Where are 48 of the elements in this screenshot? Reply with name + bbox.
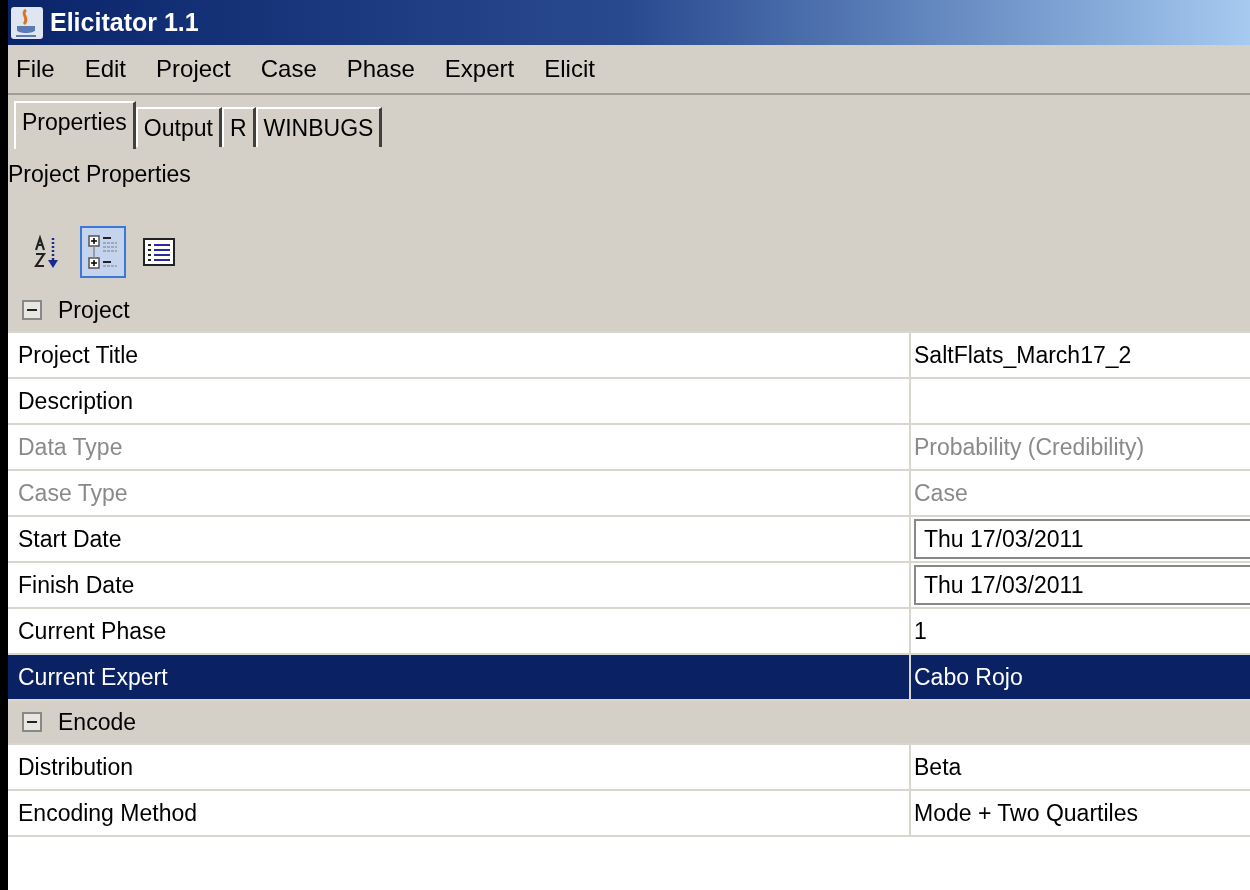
date-field[interactable]: Thu 17/03/2011 xyxy=(914,565,1250,605)
property-name: Start Date xyxy=(18,524,122,554)
section-title: Encode xyxy=(58,707,136,737)
property-name: Current Phase xyxy=(18,616,167,646)
sort-az-icon xyxy=(34,234,60,270)
property-row[interactable]: Encoding Method Mode + Two Quartiles xyxy=(8,791,1250,837)
property-row[interactable]: Current Expert Cabo Rojo xyxy=(8,655,1250,701)
menu-item[interactable]: Elicit xyxy=(544,51,595,87)
date-field[interactable]: Thu 17/03/2011 xyxy=(914,519,1250,559)
menu-item[interactable]: Project xyxy=(156,51,231,87)
menu-item[interactable]: Expert xyxy=(444,51,515,87)
property-row[interactable]: Project Title SaltFlats_March17_2 xyxy=(8,333,1250,379)
window-title: Elicitator 1.1 xyxy=(50,6,199,38)
property-row[interactable]: Finish Date Thu 17/03/2011 xyxy=(8,563,1250,609)
property-name: Case Type xyxy=(18,478,128,508)
tab[interactable]: R xyxy=(221,107,256,147)
collapse-toggle[interactable] xyxy=(22,300,42,320)
tab[interactable]: Output xyxy=(135,107,222,147)
property-row[interactable]: Current Phase 1 xyxy=(8,609,1250,655)
property-name: Current Expert xyxy=(18,662,168,692)
menu-item[interactable]: Phase xyxy=(346,51,415,87)
panel-title: Project Properties xyxy=(8,159,191,189)
menu-item[interactable]: Edit xyxy=(84,51,127,87)
property-name: Project Title xyxy=(18,340,139,370)
list-icon xyxy=(143,238,175,266)
menu-item[interactable]: File xyxy=(16,51,55,87)
property-row[interactable]: Distribution Beta xyxy=(8,745,1250,791)
collapse-toggle[interactable] xyxy=(22,712,42,732)
menu-item[interactable]: Case xyxy=(260,51,317,87)
property-value: SaltFlats_March17_2 xyxy=(914,340,1132,370)
section-title: Project xyxy=(58,295,130,325)
tab[interactable]: WINBUGS xyxy=(255,107,383,147)
property-name: Description xyxy=(18,386,134,416)
property-value: Cabo Rojo xyxy=(914,662,1023,692)
property-value: Mode + Two Quartiles xyxy=(914,798,1138,828)
property-row[interactable]: Description xyxy=(8,379,1250,425)
property-name: Distribution xyxy=(18,752,134,782)
property-value: Beta xyxy=(914,752,962,782)
property-name: Data Type xyxy=(18,432,123,462)
property-name: Finish Date xyxy=(18,570,135,600)
property-value: Probability (Credibility) xyxy=(914,432,1145,462)
property-name: Encoding Method xyxy=(18,798,197,828)
property-value: Case xyxy=(914,478,968,508)
coffee-cup-icon xyxy=(10,5,44,40)
tab[interactable]: Properties xyxy=(14,101,136,149)
toolbar-button[interactable] xyxy=(80,226,126,278)
property-row[interactable]: Start Date Thu 17/03/2011 xyxy=(8,517,1250,563)
property-value: 1 xyxy=(914,616,927,646)
